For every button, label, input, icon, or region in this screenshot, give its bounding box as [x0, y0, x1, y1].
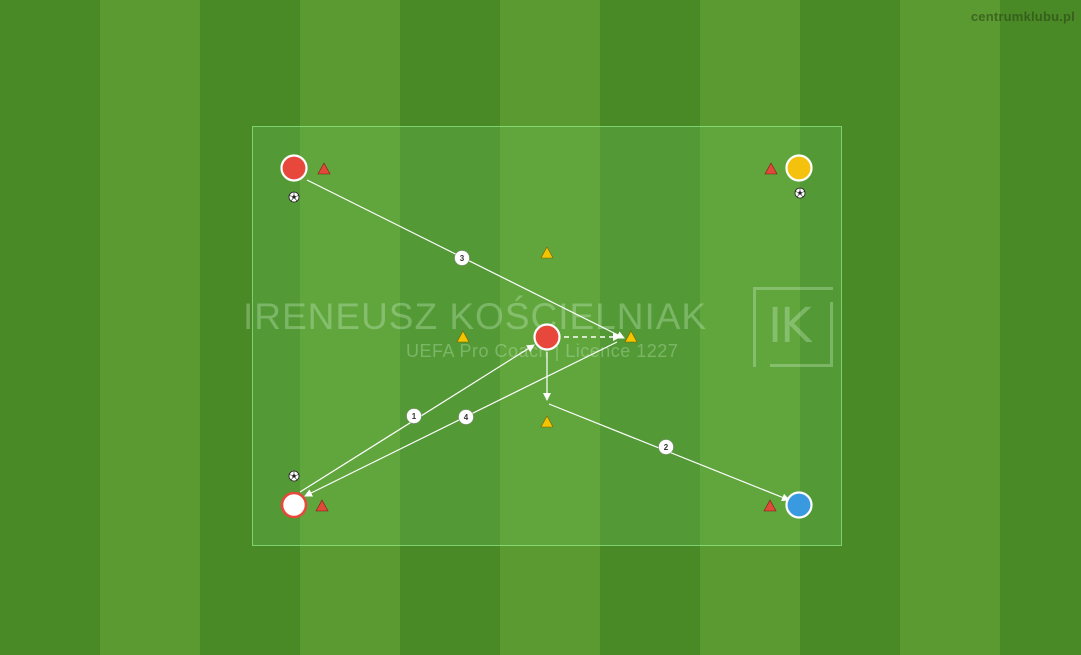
svg-text:1: 1 [412, 412, 417, 421]
drill-diagram: 3 1 4 2 [280, 154, 813, 519]
player-top-left [280, 154, 308, 182]
ball-icon [794, 187, 806, 199]
player-bottom-right [785, 491, 813, 519]
svg-text:2: 2 [664, 443, 669, 452]
pass-label-2: 2 [658, 439, 674, 455]
cone-icon [317, 162, 331, 175]
cone-icon [315, 499, 329, 512]
cone-icon [540, 246, 554, 259]
svg-text:3: 3 [460, 254, 465, 263]
ball-icon [288, 191, 300, 203]
pass-label-1: 1 [406, 408, 422, 424]
player-top-right [785, 154, 813, 182]
player-center [533, 323, 561, 351]
svg-text:4: 4 [464, 413, 469, 422]
cone-icon [763, 499, 777, 512]
cone-icon [456, 330, 470, 343]
cone-icon [764, 162, 778, 175]
ball-icon [288, 470, 300, 482]
cone-icon [624, 330, 638, 343]
pass-label-4: 4 [458, 409, 474, 425]
pass-label-3: 3 [454, 250, 470, 266]
cone-icon [540, 415, 554, 428]
player-bottom-left [280, 491, 308, 519]
